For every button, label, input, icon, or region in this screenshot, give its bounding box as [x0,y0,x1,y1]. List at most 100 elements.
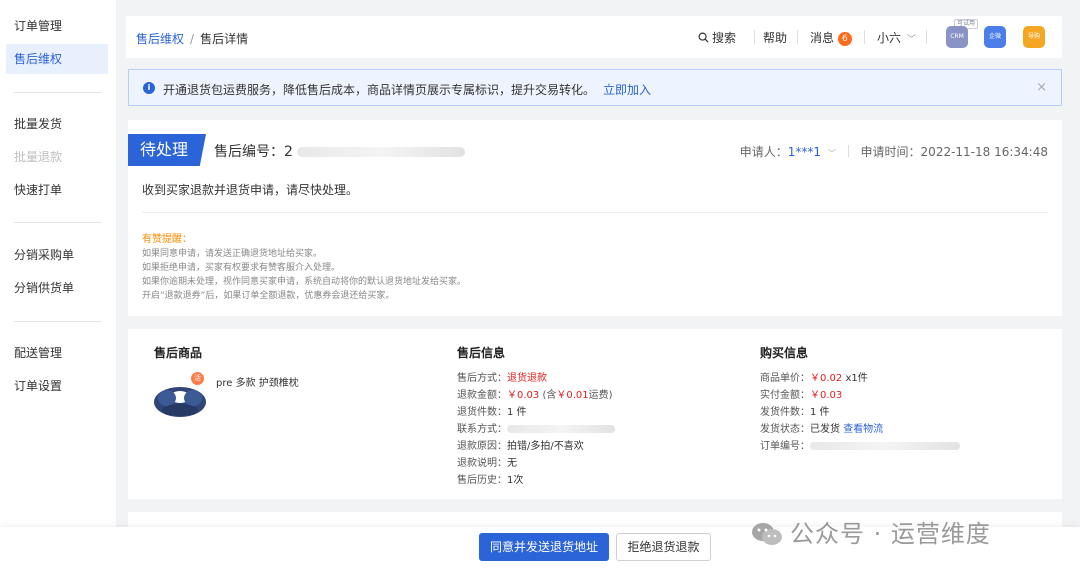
row-label: 订单编号： [760,441,810,452]
apply-time: 2022-11-18 16:34:48 [920,145,1048,159]
row-label: 退款说明： [457,458,507,469]
help-button[interactable]: 帮助 [763,29,787,46]
sidebar-item-order-management[interactable]: 订单管理 [6,11,108,41]
ship-count-row: 发货件数：1 件 [760,403,830,418]
breadcrumb-parent-link[interactable]: 售后维权 [136,32,184,46]
refund-reason: 拍错/多拍/不喜欢 [507,441,584,452]
aftersale-history[interactable]: 1次 [507,475,523,486]
message-label: 消息 [810,31,835,45]
applicant-label: 申请人： [739,145,788,159]
apply-time-label: 申请时间： [860,145,921,159]
message-button[interactable]: 消息 6 [810,29,852,46]
crm-app-icon[interactable]: CRM [946,26,968,48]
notice-text: 开通退货包运费服务，降低售后成本，商品详情页展示专属标识，提升交易转化。 立即加入 [163,81,651,98]
qiwei-app-icon[interactable]: 企微 [984,26,1006,48]
aftersale-number-label: 售后编号： [214,144,284,160]
top-header: 售后维权 / 售后详情 搜索 帮助 消息 6 小六 ﹀ 可试用 CRM 企微 导购 [126,16,1062,58]
search-label: 搜索 [712,31,737,45]
notice-banner: i 开通退货包运费服务，降低售后成本，商品详情页展示专属标识，提升交易转化。 立即… [128,69,1062,106]
row-label: 售后历史： [457,475,507,486]
refund-amount-row: 退款金额：￥0.03 (含￥0.01运费) [457,386,613,401]
refund-shipping-amount: ￥0.01 [556,390,589,401]
row-label: 发货状态： [760,424,810,435]
info-icon: i [143,82,155,94]
breadcrumb: 售后维权 / 售后详情 [136,30,248,47]
toolbar-divider [926,30,927,44]
aftersale-history-row: 售后历史：1次 [457,471,523,486]
ship-status-row: 发货状态：已发货 查看物流 [760,420,883,435]
order-number-row: 订单编号： [760,437,960,452]
sidebar-item-batch-refund[interactable]: 批量退款 [6,142,108,172]
search-button[interactable]: 搜索 [698,29,736,46]
sidebar-item-aftersale[interactable]: 售后维权 [6,44,108,74]
unit-price: ￥0.02 [810,373,843,384]
row-label: 实付金额： [760,390,810,401]
breadcrumb-separator: / [190,32,195,46]
refund-amount: ￥0.03 [507,390,540,401]
row-label: 发货件数： [760,407,810,418]
row-label: 退款原因： [457,441,507,452]
aftersale-method: 退货退款 [507,373,547,384]
sidebar-item-quick-print[interactable]: 快速打单 [6,175,108,205]
wechat-watermark: 公众号 · 运营维度 [750,514,991,549]
chevron-down-icon: ﹀ [827,149,836,158]
notice-message: 开通退货包运费服务，降低售后成本，商品详情页展示专属标识，提升交易转化。 [163,83,596,97]
agree-send-address-button[interactable]: 同意并发送退货地址 [479,533,609,561]
status-badge: 待处理 [128,134,206,166]
refund-reason-row: 退款原因：拍错/多拍/不喜欢 [457,437,584,452]
join-now-link[interactable]: 立即加入 [603,83,651,97]
sidebar-item-delivery[interactable]: 配送管理 [6,338,108,368]
wechat-logo-icon [752,523,782,545]
tip-item: 如果你逾期未处理，视作同意买家申请，系统自动将你的默认退货地址发给买家。 [142,277,467,287]
row-label: 退货件数： [457,407,507,418]
paid-amount-row: 实付金额：￥0.03 [760,386,842,401]
purchase-section-title: 购买信息 [760,346,809,360]
masked-order-number [297,147,466,157]
purchase-quantity: x1件 [845,373,868,384]
applicant-divider [847,145,849,157]
refund-amount-note-pre: (含 [542,390,557,401]
ship-status: 已发货 [810,424,840,435]
sidebar: 订单管理 售后维权 批量发货 批量退款 快速打单 分销采购单 分销供货单 配送管… [0,0,116,574]
aftersale-method-row: 售后方式：退货退款 [457,369,547,384]
search-icon [698,32,709,43]
product-section-title: 售后商品 [154,346,203,360]
sidebar-item-distribution-purchase[interactable]: 分销采购单 [6,240,108,270]
refund-remark-row: 退款说明：无 [457,454,517,469]
message-count-badge: 6 [837,32,852,46]
sidebar-item-batch-ship[interactable]: 批量发货 [6,109,108,139]
breadcrumb-current: 售后详情 [200,32,249,46]
status-description: 收到买家退款并退货申请，请尽快处理。 [142,183,359,197]
aftersale-number-prefix: 2 [284,144,293,160]
applicant-name[interactable]: 1***1 [788,145,821,159]
return-count: 1 件 [507,407,527,418]
return-count-row: 退货件数：1 件 [457,403,527,418]
chevron-down-icon: ﹀ [906,35,916,45]
sidebar-divider [14,222,102,223]
unit-price-row: 商品单价：￥0.02 x1件 [760,369,868,384]
tip-item: 如果同意申请，请发送正确退货地址给买家。 [142,249,323,259]
aftersale-number: 售后编号：2 [214,141,466,161]
reject-refund-button[interactable]: 拒绝退货退款 [616,533,711,561]
detail-card: 售后商品 活 pre 多款 护颈椎枕 售后信息 售后方式：退货退款 退款金额：￥… [128,329,1062,499]
close-icon[interactable]: × [1036,80,1047,95]
promo-mark: 活 [191,372,204,385]
view-logistics-link[interactable]: 查看物流 [843,424,883,435]
tip-item: 如果拒绝申请，买家有权要求有赞客服介入处理。 [142,263,341,273]
toolbar-divider [797,30,798,44]
row-label: 售后方式： [457,373,507,384]
sidebar-item-distribution-supply[interactable]: 分销供货单 [6,273,108,303]
sidebar-divider [14,321,102,322]
guide-app-icon[interactable]: 导购 [1023,26,1045,48]
tip-item: 开启“退款退券”后，如果订单全额退款，优惠券会退还给买家。 [142,291,395,301]
aftersale-section-title: 售后信息 [457,346,506,360]
divider [142,212,1048,213]
row-label: 退款金额： [457,390,507,401]
row-label: 联系方式： [457,424,507,435]
user-menu[interactable]: 小六 ﹀ [877,29,916,46]
toolbar-divider [864,30,865,44]
toolbar-divider [754,30,755,44]
sidebar-item-order-settings[interactable]: 订单设置 [6,371,108,401]
product-name[interactable]: pre 多款 护颈椎枕 [216,374,299,389]
masked-order-number [810,442,960,450]
